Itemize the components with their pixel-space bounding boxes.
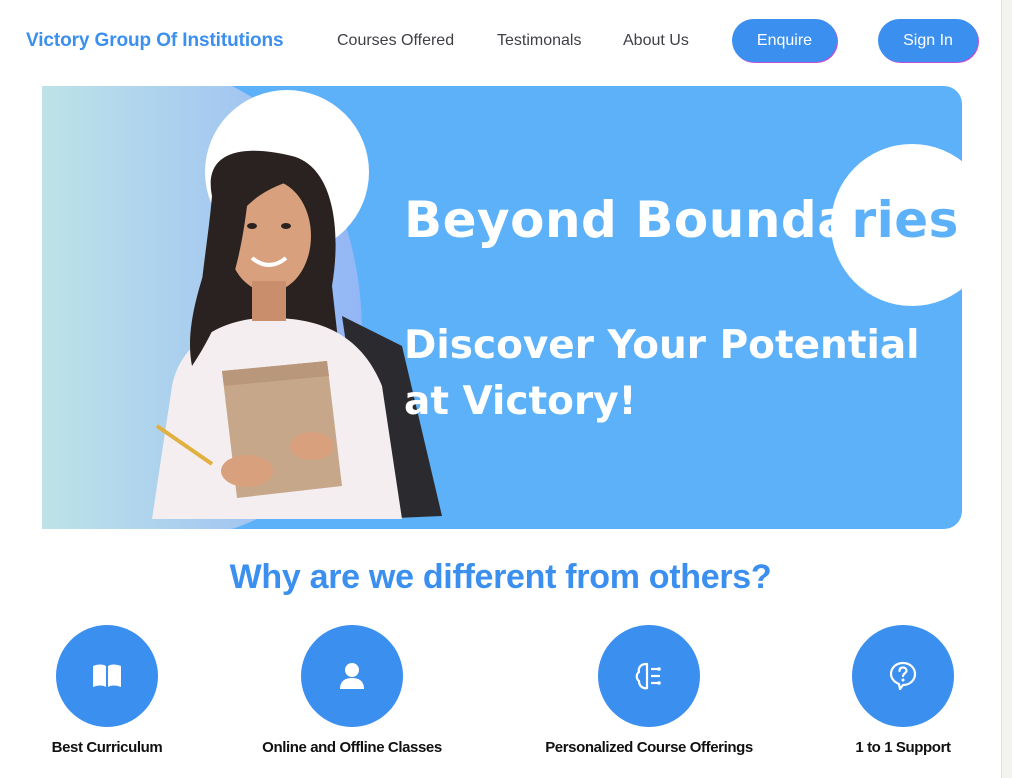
feature-online-offline-classes: Online and Offline Classes <box>222 625 482 756</box>
sign-in-button[interactable]: Sign In <box>878 19 978 62</box>
nav-link-courses-offered[interactable]: Courses Offered <box>337 32 454 50</box>
enquire-button[interactable]: Enquire <box>732 19 837 62</box>
brain-icon <box>635 662 661 690</box>
user-icon <box>340 663 364 689</box>
hero-title-tail: ries <box>851 191 959 249</box>
question-bubble-icon <box>889 661 917 691</box>
feature-personalized-course-offerings: Personalized Course Offerings <box>519 625 779 756</box>
hero-title: Beyond Boundaries <box>404 191 959 249</box>
book-icon <box>93 664 121 687</box>
feature-circle <box>598 625 700 727</box>
feature-label: Best Curriculum <box>51 739 163 756</box>
feature-one-to-one-support: 1 to 1 Support <box>773 625 1001 756</box>
feature-circle <box>852 625 954 727</box>
feature-circle <box>56 625 158 727</box>
feature-label: Personalized Course Offerings <box>545 739 753 756</box>
nav-link-about-us[interactable]: About Us <box>623 32 689 50</box>
feature-best-curriculum: Best Curriculum <box>0 625 237 756</box>
page: Victory Group Of Institutions Courses Of… <box>0 0 1002 778</box>
feature-circle <box>301 625 403 727</box>
hero-banner: Beyond Boundaries Discover Your Potentia… <box>42 86 962 529</box>
navbar: Victory Group Of Institutions Courses Of… <box>0 0 1001 84</box>
section-title: Why are we different from others? <box>229 558 772 596</box>
nav-link-testimonals[interactable]: Testimonals <box>497 32 581 50</box>
feature-label: Online and Offline Classes <box>262 739 442 756</box>
hero-artwork <box>42 86 962 529</box>
hero-subtitle: Discover Your Potential at Victory! <box>404 323 920 424</box>
brand-logo-link[interactable]: Victory Group Of Institutions <box>26 30 284 52</box>
hero-title-main: Beyond Bounda <box>404 191 852 249</box>
feature-label: 1 to 1 Support <box>855 739 951 756</box>
